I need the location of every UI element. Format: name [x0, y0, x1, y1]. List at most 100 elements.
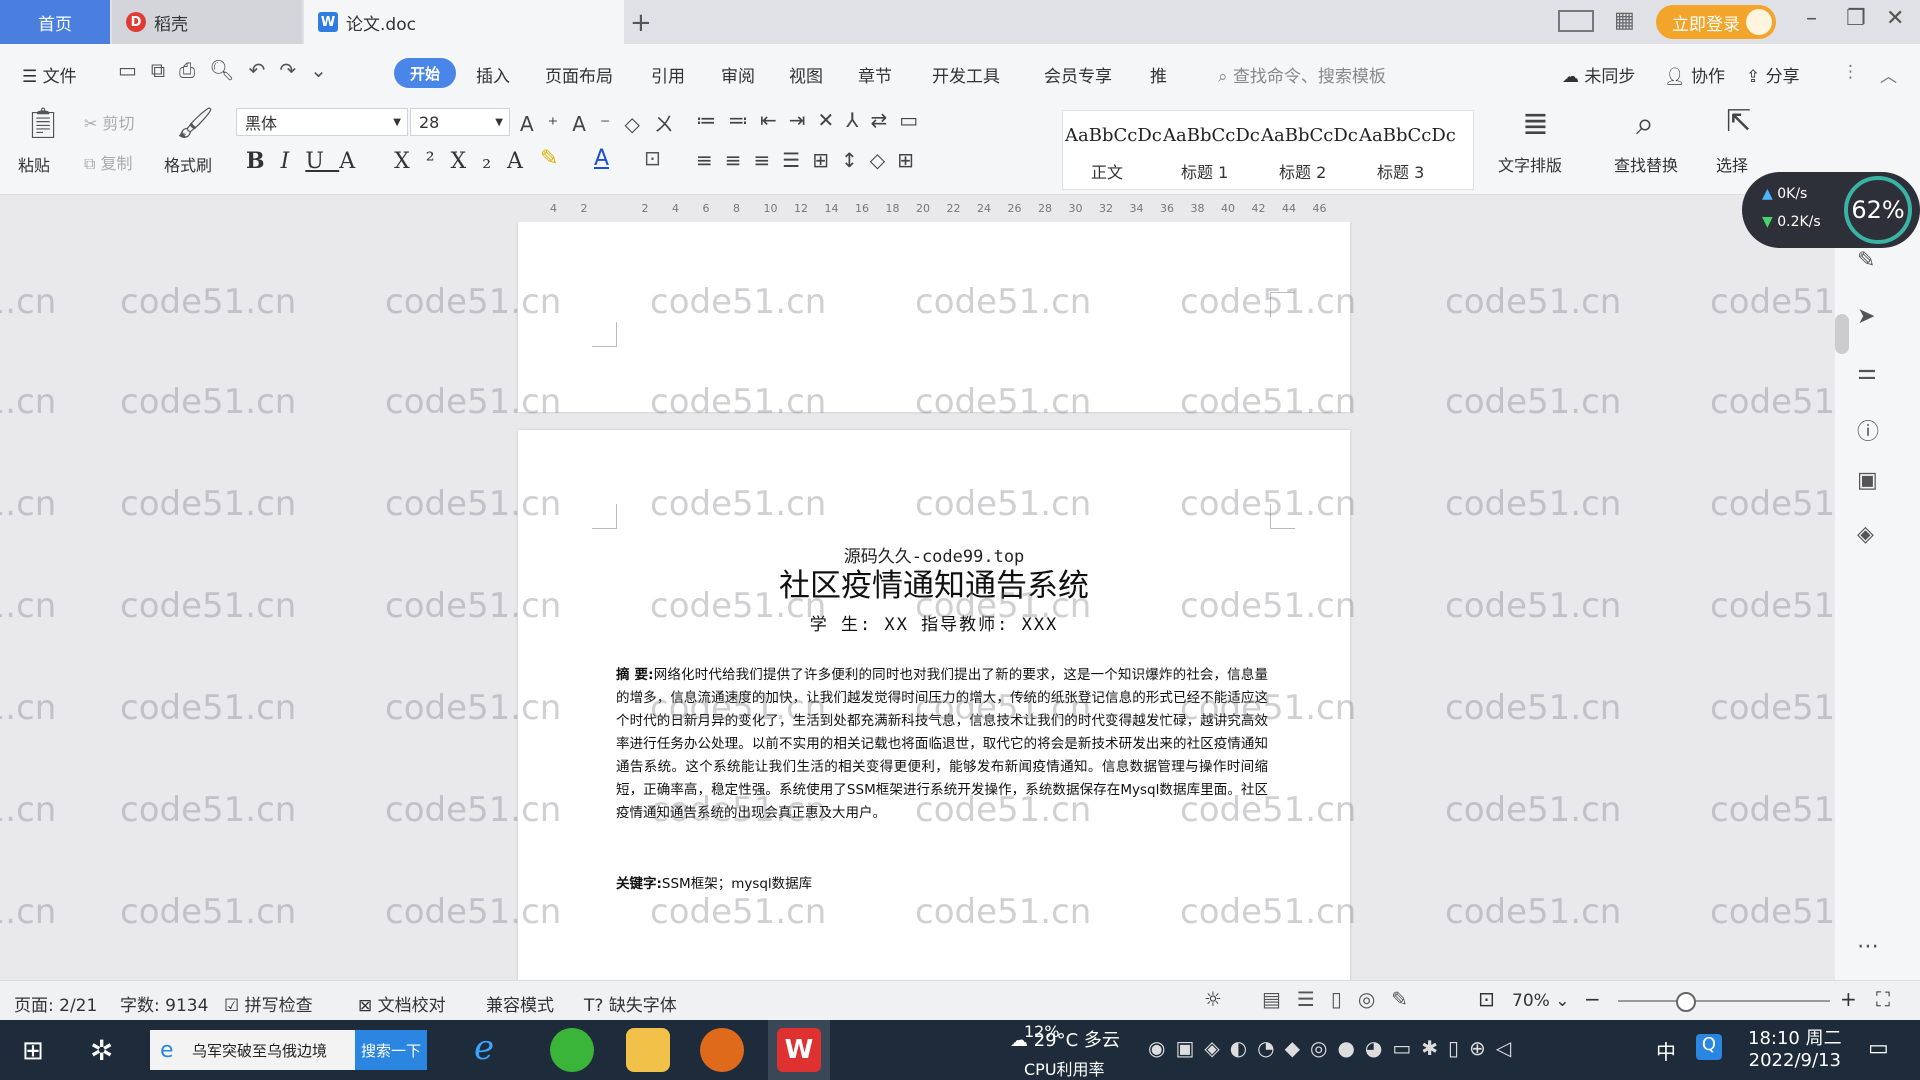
windows-start-icon[interactable]: ⊞ — [22, 1036, 44, 1066]
page-indicator[interactable]: 页面: 2/21 — [14, 991, 97, 1016]
find-replace-icon[interactable]: ⌕ — [1636, 104, 1654, 143]
font-tools-row1[interactable]: A⁺A⁻◇ㄨ — [520, 108, 688, 137]
app-mask-icon[interactable] — [700, 1028, 744, 1072]
more-options-icon[interactable]: ⋮ — [1842, 62, 1859, 82]
login-button[interactable]: 立即登录 — [1656, 5, 1776, 39]
word-count[interactable]: 字数: 9134 — [120, 991, 208, 1016]
select-button[interactable]: 选择 — [1716, 152, 1748, 176]
menu-review[interactable]: 审阅 — [721, 62, 755, 87]
document-abstract[interactable]: 摘 要:网络化时代给我们提供了许多便利的同时也对我们提出了新的要求，这是一个知识… — [616, 664, 1268, 825]
style-heading-3[interactable]: 标题 3 — [1377, 159, 1424, 183]
find-replace-button[interactable]: 查找替换 — [1614, 152, 1678, 176]
style-heading-2[interactable]: 标题 2 — [1279, 159, 1326, 183]
paste-icon[interactable]: 📋︎ — [24, 106, 62, 141]
menu-references[interactable]: 引用 — [651, 62, 685, 87]
wps-taskbar-button[interactable]: W — [768, 1020, 830, 1080]
menu-insert[interactable]: 插入 — [476, 62, 510, 87]
format-painter-icon[interactable]: 🖌︎ — [176, 106, 214, 141]
minimize-icon[interactable]: – — [1806, 6, 1817, 31]
clock-time: 18:10 周二 — [1748, 1028, 1842, 1049]
pointer-icon[interactable]: ➤ — [1857, 304, 1875, 329]
zoom-in-icon[interactable]: + — [1840, 987, 1857, 1011]
quick-access-icons[interactable]: ▭⧉⎙🔍︎↶↷⌄ — [118, 58, 341, 82]
menu-start[interactable]: 开始 — [394, 58, 456, 88]
zoom-out-icon[interactable]: − — [1584, 987, 1601, 1011]
menu-dev-tools[interactable]: 开发工具 — [932, 62, 1000, 87]
fullscreen-icon[interactable]: ⛶ — [1876, 987, 1890, 1011]
apps-grid-icon[interactable]: ▦ — [1614, 8, 1635, 33]
file-explorer-icon[interactable] — [626, 1028, 670, 1072]
font-size-select[interactable]: 28 ▼ — [410, 108, 510, 136]
browser-green-icon[interactable] — [550, 1028, 594, 1072]
style-sample-h2[interactable]: AaBbCcDc — [1261, 125, 1358, 146]
ime-indicator[interactable]: 中 — [1656, 1036, 1676, 1065]
font-color-icon[interactable]: A — [594, 146, 609, 171]
copy-button[interactable]: ⧉ 复制 — [84, 150, 133, 174]
style-heading-1[interactable]: 标题 1 — [1181, 159, 1228, 183]
font-name-select[interactable]: 黑体 ▼ — [236, 108, 408, 136]
zoom-level[interactable]: 70% ⌄ — [1512, 991, 1569, 1011]
text-layout-icon[interactable]: ≣ — [1522, 104, 1549, 142]
close-icon[interactable]: ✕ — [1886, 6, 1904, 31]
menu-file[interactable]: ☰ 文件 — [22, 62, 77, 87]
proofread-button[interactable]: ⊠ 文档校对 — [358, 991, 446, 1016]
style-sample-h1[interactable]: AaBbCcDc — [1163, 125, 1260, 146]
style-sample-h3[interactable]: AaBbCcDc — [1359, 125, 1456, 146]
ie-browser-icon[interactable]: ℯ — [474, 1028, 494, 1068]
view-mode-icons[interactable]: ▤☰▯◎✎ — [1262, 987, 1424, 1011]
new-tab-plus-icon[interactable]: + — [630, 8, 652, 38]
spell-check-button[interactable]: ☑ 拼写检查 — [224, 991, 313, 1016]
collab-button[interactable]: 👤︎ 协作 — [1664, 62, 1725, 87]
tray-icons[interactable]: ◉▣◈◐◔◆◎●◕▭✱▯⊕◁ — [1148, 1036, 1521, 1060]
char-border-icon[interactable]: ⊡ — [644, 146, 661, 170]
qq-browser-tray-icon[interactable]: Q — [1696, 1034, 1722, 1060]
share-button[interactable]: ⇪ 分享 — [1746, 62, 1800, 87]
horizontal-ruler[interactable]: 4 2 2 4 6 8 10 12 14 16 18 20 22 24 26 28 30 32 34 36 38 40 42… — [520, 200, 1327, 220]
zoom-slider[interactable] — [1618, 1000, 1830, 1002]
tab-document[interactable]: W 论文.doc — [304, 0, 624, 44]
help-icon[interactable]: ⓘ — [1857, 414, 1879, 446]
layout-mode-icon[interactable] — [1558, 10, 1594, 32]
restore-icon[interactable]: ❐ — [1846, 6, 1866, 31]
compass-icon[interactable]: ◈ — [1857, 522, 1874, 547]
highlight-icon[interactable]: ✎ — [540, 146, 558, 171]
menu-chapter[interactable]: 章节 — [858, 62, 892, 87]
font-format-buttons[interactable]: BIUA X²X₂A — [246, 148, 539, 174]
notification-icon[interactable]: ▭ — [1868, 1036, 1889, 1061]
vertical-scrollbar-thumb[interactable] — [1835, 314, 1849, 354]
pinwheel-app-icon[interactable]: ✲ — [90, 1034, 113, 1067]
document-title[interactable]: 社区疫情通知通告系统 — [518, 560, 1350, 605]
taskbar-search-button[interactable]: 搜索一下 — [355, 1030, 427, 1070]
style-sample-normal[interactable]: AaBbCcDc — [1065, 125, 1162, 146]
network-monitor-widget[interactable]: ▲ 0K/s ▼ 0.2K/s 62% — [1742, 172, 1920, 248]
tab-home[interactable]: 首页 — [0, 0, 110, 44]
menu-more[interactable]: 推 — [1150, 62, 1167, 87]
sync-button[interactable]: ☁ 未同步 — [1562, 62, 1635, 87]
text-layout-button[interactable]: 文字排版 — [1498, 152, 1562, 176]
tab-docer[interactable]: D 稻壳 — [112, 0, 302, 44]
collapse-ribbon-icon[interactable]: ︿ — [1880, 62, 1897, 87]
paragraph-tools-row1[interactable]: ≔≕⇤⇥✕⅄⇄▭ — [696, 108, 930, 132]
menu-member[interactable]: 会员专享 — [1044, 62, 1112, 87]
missing-font-button[interactable]: T? 缺失字体 — [584, 991, 677, 1016]
paragraph-tools-row2[interactable]: ≡≡≡☰⊞↕◇⊞ — [696, 148, 926, 172]
fit-page-icon[interactable]: ⊡ — [1478, 987, 1495, 1011]
cursor-select-icon[interactable]: ⇱ — [1726, 104, 1751, 139]
menu-view[interactable]: 视图 — [789, 62, 823, 87]
sliders-icon[interactable]: ⚌ — [1857, 360, 1877, 385]
paste-button[interactable]: 粘贴 — [18, 152, 50, 176]
pen-icon[interactable]: ✎ — [1857, 248, 1875, 273]
site-watermark: code51.cn — [1710, 688, 1835, 728]
more-dots-icon[interactable]: ⋯ — [1857, 934, 1879, 959]
style-normal[interactable]: 正文 — [1091, 159, 1123, 183]
image-edit-icon[interactable]: ▣ — [1857, 468, 1878, 493]
document-keywords[interactable]: 关键字:SSM框架；mysql数据库 — [616, 872, 812, 892]
eye-protect-icon[interactable]: ☼ — [1204, 987, 1222, 1011]
zoom-slider-handle[interactable] — [1676, 992, 1696, 1012]
taskbar-clock[interactable]: 18:10 周二 2022/9/13 — [1748, 1028, 1842, 1072]
document-authors[interactable]: 学 生: XX 指导教师: XXX — [518, 610, 1350, 635]
command-search[interactable]: ⌕ 查找命令、搜索模板 — [1218, 62, 1386, 87]
menu-page-layout[interactable]: 页面布局 — [545, 62, 613, 87]
cut-button[interactable]: ✂ 剪切 — [84, 110, 135, 134]
format-painter-button[interactable]: 格式刷 — [164, 152, 212, 176]
